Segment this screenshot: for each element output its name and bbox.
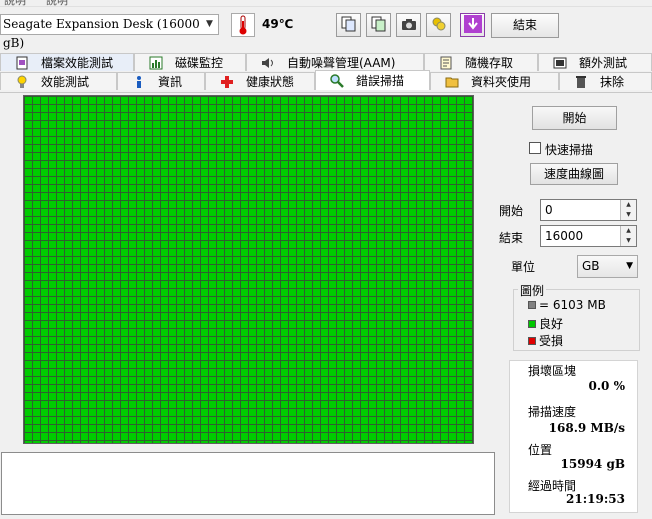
speaker-icon bbox=[261, 56, 275, 70]
start-input[interactable]: 0 ▲ ▼ bbox=[540, 199, 637, 221]
tab-label: 資料夾使用 bbox=[471, 75, 532, 89]
elapsed-time-value: 21:19:53 bbox=[566, 492, 625, 506]
legend-swatch bbox=[528, 301, 536, 309]
tab-extra-tests[interactable]: 額外測試 bbox=[538, 53, 652, 71]
folder-icon bbox=[445, 75, 459, 89]
legend-swatch bbox=[528, 336, 536, 345]
tab-error-scan[interactable]: 錯誤掃描 bbox=[315, 70, 430, 90]
tab-label: 額外測試 bbox=[579, 56, 628, 70]
start-value: 0 bbox=[545, 203, 553, 217]
unit-select[interactable]: GB ▼ bbox=[577, 255, 638, 278]
start-spinner[interactable]: ▲ ▼ bbox=[620, 200, 636, 220]
tab-label: 磁碟監控 bbox=[175, 56, 224, 70]
legend-label: 受損 bbox=[539, 334, 564, 348]
drive-select[interactable]: Seagate Expansion Desk (16000 gB) ▼ bbox=[0, 14, 219, 50]
thermometer-icon bbox=[231, 13, 255, 37]
tab-erase[interactable]: 抹除 bbox=[559, 72, 652, 90]
up-arrow-icon: ▲ bbox=[626, 227, 631, 234]
quick-scan-checkbox[interactable] bbox=[529, 142, 541, 154]
legend-label: 良好 bbox=[539, 317, 564, 331]
tab-label: 效能測試 bbox=[41, 75, 90, 89]
scan-log[interactable] bbox=[1, 452, 495, 515]
up-arrow-icon: ▲ bbox=[626, 201, 631, 208]
tab-folder-usage[interactable]: 資料夾使用 bbox=[430, 72, 559, 90]
magnifier-icon bbox=[330, 73, 344, 88]
unit-label: 單位 bbox=[511, 260, 536, 274]
save-button[interactable] bbox=[426, 13, 451, 37]
damaged-blocks-value: 0.0 % bbox=[588, 379, 625, 393]
health-cross-icon bbox=[220, 75, 234, 89]
trash-icon bbox=[574, 75, 588, 89]
menu-bar: 說明 說明 bbox=[0, 0, 652, 7]
tab-label: 檔案效能測試 bbox=[41, 56, 114, 70]
start-scan-button[interactable]: 開始 bbox=[532, 106, 617, 130]
tab-label: 資訊 bbox=[158, 75, 183, 89]
download-icon bbox=[463, 14, 482, 36]
end-label: 結束 bbox=[499, 231, 524, 245]
menu-item[interactable]: 說明 bbox=[46, 0, 68, 6]
chevron-down-icon: ▼ bbox=[206, 19, 213, 29]
down-arrow-icon: ▼ bbox=[626, 211, 631, 218]
speed-graph-button[interactable]: 速度曲線圖 bbox=[530, 163, 618, 185]
copy-report-icon bbox=[371, 16, 387, 35]
file-benchmark-icon bbox=[15, 56, 29, 70]
tab-label: 錯誤掃描 bbox=[356, 74, 405, 88]
tab-label: 隨機存取 bbox=[465, 56, 514, 70]
camera-icon bbox=[401, 17, 417, 34]
legend-item-block-size: = 6103 MB bbox=[528, 298, 606, 312]
lightbulb-icon bbox=[15, 75, 29, 89]
start-label: 開始 bbox=[499, 204, 524, 218]
menu-item[interactable]: 說明 bbox=[4, 0, 26, 6]
copy-text-icon bbox=[341, 16, 357, 35]
save-icon bbox=[431, 16, 447, 35]
info-icon bbox=[132, 75, 146, 89]
legend-title: 圖例 bbox=[518, 282, 547, 299]
scan-block-map bbox=[23, 95, 474, 444]
exit-button[interactable]: 結束 bbox=[491, 13, 559, 38]
disk-monitor-icon bbox=[149, 56, 163, 70]
end-value: 16000 bbox=[545, 229, 584, 243]
download-button[interactable] bbox=[460, 13, 485, 37]
legend-item-damaged: 受損 bbox=[528, 332, 563, 349]
drive-select-value: Seagate Expansion Desk (16000 gB) bbox=[3, 17, 200, 50]
legend-item-good: 良好 bbox=[528, 315, 563, 332]
tab-random-access[interactable]: 隨機存取 bbox=[424, 53, 538, 71]
down-arrow-icon: ▼ bbox=[626, 237, 631, 244]
tab-info[interactable]: 資訊 bbox=[117, 72, 205, 90]
scan-speed-value: 168.9 MB/s bbox=[548, 421, 625, 435]
random-access-icon bbox=[439, 56, 453, 70]
tab-disk-monitor[interactable]: 磁碟監控 bbox=[134, 53, 246, 71]
extra-tests-icon bbox=[553, 56, 567, 70]
chevron-down-icon: ▼ bbox=[626, 261, 633, 271]
position-label: 位置 bbox=[528, 443, 553, 457]
copy-report-button[interactable] bbox=[366, 13, 391, 37]
tab-health[interactable]: 健康狀態 bbox=[205, 72, 315, 90]
tab-benchmark[interactable]: 效能測試 bbox=[0, 72, 117, 90]
screenshot-button[interactable] bbox=[396, 13, 421, 37]
tab-label: 健康狀態 bbox=[246, 75, 295, 89]
unit-value: GB bbox=[582, 259, 600, 273]
damaged-blocks-label: 損壞區塊 bbox=[528, 364, 577, 378]
legend-swatch bbox=[528, 319, 536, 328]
end-spinner[interactable]: ▲ ▼ bbox=[620, 226, 636, 246]
tab-file-benchmark[interactable]: 檔案效能測試 bbox=[0, 53, 134, 71]
copy-text-button[interactable] bbox=[336, 13, 361, 37]
position-value: 15994 gB bbox=[560, 457, 625, 471]
end-input[interactable]: 16000 ▲ ▼ bbox=[540, 225, 637, 247]
tab-aam[interactable]: 自動噪聲管理(AAM) bbox=[246, 53, 424, 71]
quick-scan-label: 快速掃描 bbox=[545, 143, 594, 157]
temperature-readout: 49℃ bbox=[262, 17, 294, 31]
tab-label: 自動噪聲管理(AAM) bbox=[287, 56, 396, 70]
scan-speed-label: 掃描速度 bbox=[528, 405, 577, 419]
legend-label: = 6103 MB bbox=[539, 298, 606, 312]
tab-label: 抹除 bbox=[600, 75, 625, 89]
